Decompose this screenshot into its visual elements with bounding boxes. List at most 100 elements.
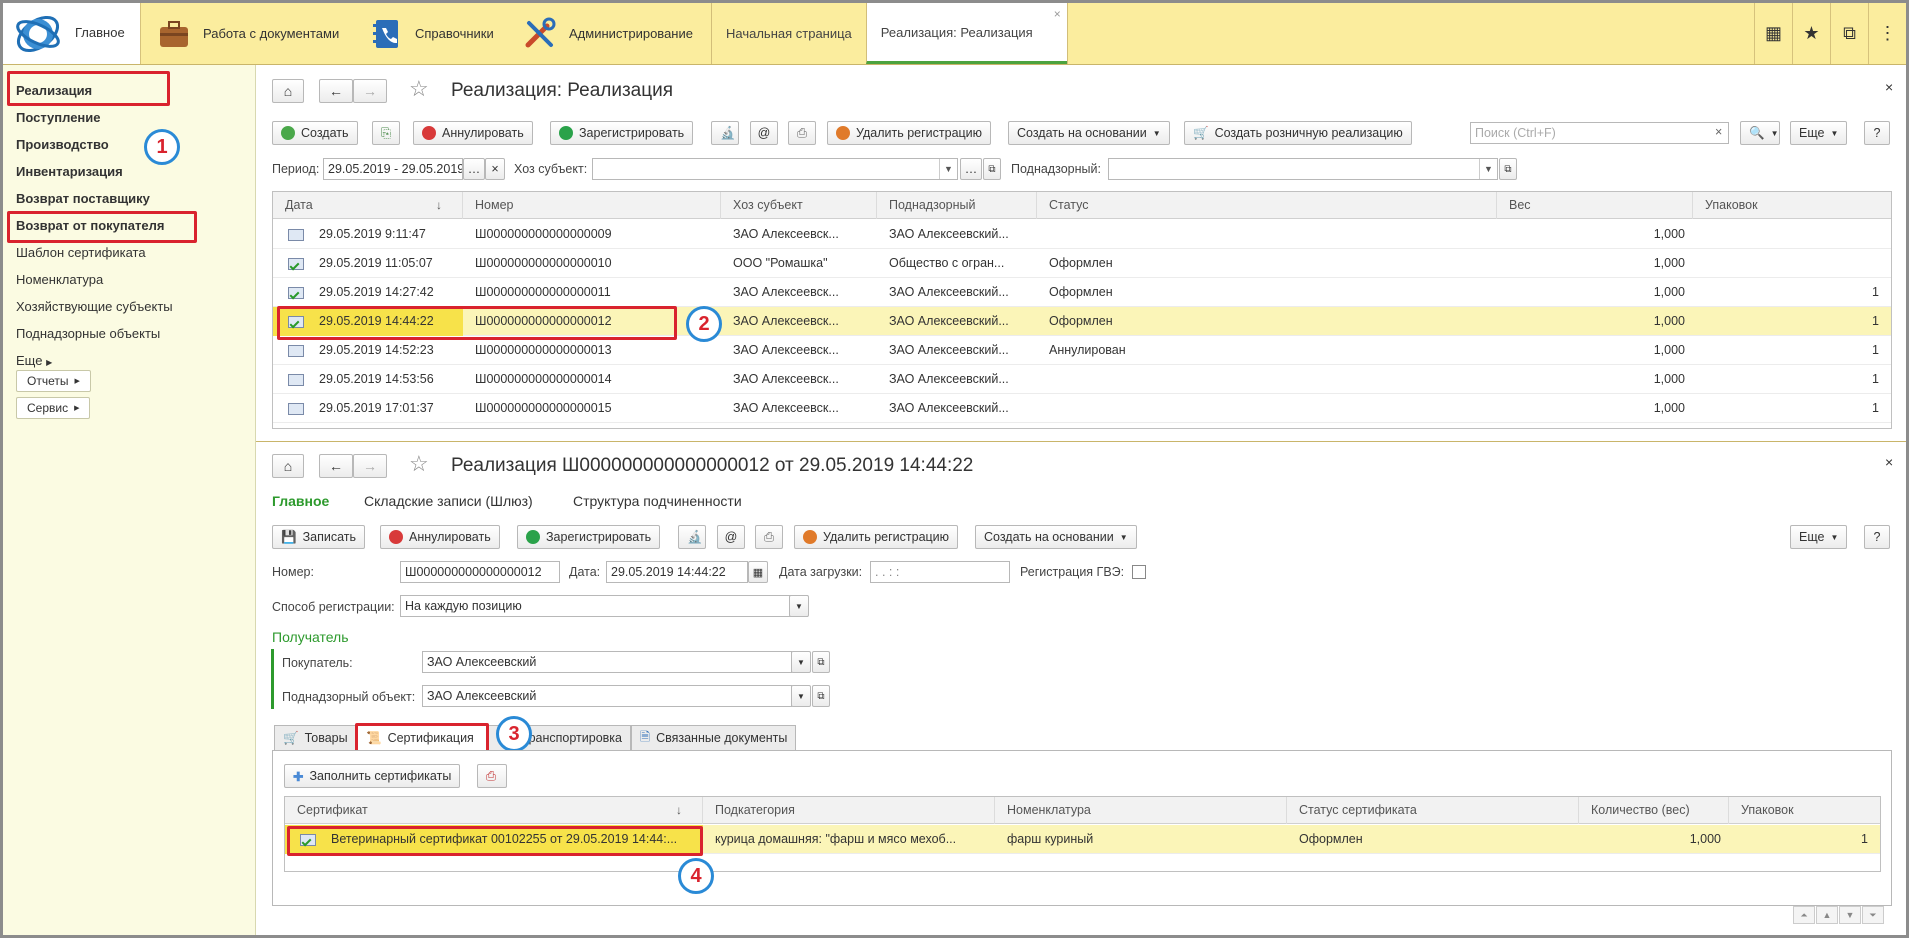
doc-print-button[interactable]: ⎙	[755, 525, 783, 549]
nav-item-receipt[interactable]: Поступление	[16, 110, 101, 125]
create-retail-button[interactable]: 🛒 Создать розничную реализацию	[1184, 121, 1412, 145]
reports-button[interactable]: Отчеты ▶	[16, 370, 91, 392]
col-packs[interactable]: Упаковок	[1693, 192, 1891, 219]
section-references[interactable]: Справочники	[369, 3, 494, 64]
doc-create-based-button[interactable]: Создать на основании ▼	[975, 525, 1137, 549]
delete-registration-button[interactable]: Удалить регистрацию	[827, 121, 992, 145]
col-cert-packs[interactable]: Упаковок	[1729, 797, 1880, 824]
doc-help-button[interactable]: ?	[1864, 525, 1890, 549]
period-clear-button[interactable]: ×	[485, 158, 505, 180]
nav-item-production[interactable]: Производство	[16, 137, 109, 152]
table-row[interactable]: 29.05.2019 17:01:37 Ш000000000000000015 ЗА…	[273, 394, 1891, 423]
save-button[interactable]: 💾 Записать	[272, 525, 365, 549]
doc-register-button[interactable]: Зарегистрировать	[517, 525, 661, 549]
search-button[interactable]: 🔍 ▼	[1740, 121, 1780, 145]
nav-item-inventory[interactable]: Инвентаризация	[16, 164, 123, 179]
buyer-dropdown-icon[interactable]: ▼	[791, 651, 811, 673]
col-quantity[interactable]: Количество (вес)	[1579, 797, 1729, 824]
subject-open-button[interactable]: ⧉	[983, 158, 1001, 180]
register-button[interactable]: Зарегистрировать	[550, 121, 694, 145]
section-admin[interactable]: Администрирование	[523, 3, 693, 64]
period-input[interactable]: 29.05.2019 - 29.05.2019	[323, 158, 463, 180]
table-row[interactable]: 29.05.2019 9:11:47 Ш000000000000000009 ЗАО…	[273, 220, 1891, 249]
col-subcategory[interactable]: Подкатегория	[703, 797, 995, 824]
scroll-top-icon[interactable]: ⏶	[1793, 906, 1815, 924]
create-based-button[interactable]: Создать на основании ▼	[1008, 121, 1170, 145]
doc-section-main[interactable]: Главное	[272, 493, 329, 509]
col-date[interactable]: Дата ↓	[273, 192, 463, 219]
email-button[interactable]: @	[750, 121, 778, 145]
col-weight[interactable]: Вес	[1497, 192, 1693, 219]
doc-microscope-button[interactable]: 🔬	[678, 525, 706, 549]
col-supervised[interactable]: Поднадзорный	[877, 192, 1037, 219]
subject-select-button[interactable]: …	[960, 158, 982, 180]
doc-forward-button[interactable]: →	[353, 454, 387, 478]
annul-button[interactable]: Аннулировать	[413, 121, 533, 145]
close-tab-icon[interactable]: ×	[1054, 7, 1061, 21]
table-row[interactable]: 29.05.2019 14:52:23 Ш000000000000000013 ЗА…	[273, 336, 1891, 365]
nav-item-more[interactable]: Еще ▶	[16, 353, 52, 368]
home-button[interactable]: ⌂	[272, 79, 304, 103]
subject-filter-input[interactable]: ▼	[592, 158, 958, 180]
nav-item-supervised[interactable]: Поднадзорные объекты	[16, 326, 160, 341]
gve-checkbox[interactable]	[1132, 565, 1146, 579]
cert-print-button[interactable]: ⎙	[477, 764, 507, 788]
doc-delete-registration-button[interactable]: Удалить регистрацию	[794, 525, 959, 549]
more-button[interactable]: Еще ▼	[1790, 121, 1848, 145]
doc-section-structure[interactable]: Структура подчиненности	[573, 493, 742, 509]
object-open-button[interactable]: ⧉	[812, 685, 830, 707]
col-number[interactable]: Номер	[463, 192, 721, 219]
doc-annul-button[interactable]: Аннулировать	[380, 525, 500, 549]
table-row[interactable]: 29.05.2019 11:05:07 Ш000000000000000010 ОО…	[273, 249, 1891, 278]
number-input[interactable]: Ш000000000000000012	[400, 561, 560, 583]
clear-search-icon[interactable]: ×	[1715, 125, 1722, 139]
fill-certificates-button[interactable]: ✚ Заполнить сертификаты	[284, 764, 461, 788]
copy-icon[interactable]: ⧉	[1830, 3, 1868, 64]
service-button[interactable]: Сервис ▶	[16, 397, 91, 419]
col-status[interactable]: Статус	[1037, 192, 1497, 219]
doc-home-button[interactable]: ⌂	[272, 454, 304, 478]
load-date-input[interactable]: . . : :	[870, 561, 1010, 583]
buyer-open-button[interactable]: ⧉	[812, 651, 830, 673]
microscope-button[interactable]: 🔬	[711, 121, 739, 145]
method-dropdown-icon[interactable]: ▼	[789, 595, 809, 617]
object-dropdown-icon[interactable]: ▼	[791, 685, 811, 707]
table-row[interactable]: 29.05.2019 14:27:42 Ш000000000000000011 ЗА…	[273, 278, 1891, 307]
copy-doc-button[interactable]: ⎘	[372, 121, 400, 145]
method-select[interactable]: На каждую позицию	[400, 595, 808, 617]
search-input[interactable]: Поиск (Ctrl+F)	[1470, 122, 1729, 144]
buyer-input[interactable]: ЗАО Алексеевский	[422, 651, 792, 673]
grid-icon[interactable]: ▦	[1754, 3, 1792, 64]
scroll-up-icon[interactable]: ▲	[1816, 906, 1838, 924]
tab-realization[interactable]: Реализация: Реализация ×	[865, 3, 1067, 64]
doc-section-warehouse[interactable]: Складские записи (Шлюз)	[364, 493, 533, 509]
create-button[interactable]: Создать	[272, 121, 358, 145]
scroll-down-icon[interactable]: ▼	[1839, 906, 1861, 924]
close-list-icon[interactable]: ×	[1885, 79, 1893, 95]
doc-favorite-star-icon[interactable]: ☆	[409, 451, 429, 477]
table-row[interactable]: 29.05.2019 14:53:56 Ш000000000000000014 ЗА…	[273, 365, 1891, 394]
object-input[interactable]: ЗАО Алексеевский	[422, 685, 792, 707]
supervised-open-button[interactable]: ⧉	[1499, 158, 1517, 180]
period-select-button[interactable]: …	[463, 158, 485, 180]
close-doc-icon[interactable]: ×	[1885, 454, 1893, 470]
scroll-bottom-icon[interactable]: ⏷	[1862, 906, 1884, 924]
forward-button[interactable]: →	[353, 79, 387, 103]
tab-start-page[interactable]: Начальная страница	[711, 3, 866, 64]
splitter[interactable]	[256, 441, 1906, 442]
col-cert-status[interactable]: Статус сертификата	[1287, 797, 1579, 824]
col-nomenclature[interactable]: Номенклатура	[995, 797, 1287, 824]
favorite-star-icon[interactable]: ☆	[409, 76, 429, 102]
back-button[interactable]: ←	[319, 79, 353, 103]
nav-item-return-supplier[interactable]: Возврат поставщику	[16, 191, 150, 206]
menu-icon[interactable]: ⋮	[1868, 3, 1906, 64]
nav-item-cert-template[interactable]: Шаблон сертификата	[16, 245, 146, 260]
tab-goods[interactable]: 🛒 Товары	[274, 725, 357, 751]
supervised-filter-input[interactable]: ▼	[1108, 158, 1498, 180]
star-icon[interactable]: ★	[1792, 3, 1830, 64]
dropdown-arrow-icon[interactable]: ▼	[939, 159, 957, 179]
nav-item-nomenclature[interactable]: Номенклатура	[16, 272, 103, 287]
col-certificate[interactable]: Сертификат ↓	[285, 797, 703, 824]
dropdown-arrow-icon[interactable]: ▼	[1479, 159, 1497, 179]
nav-item-subjects[interactable]: Хозяйствующие субъекты	[16, 299, 173, 314]
